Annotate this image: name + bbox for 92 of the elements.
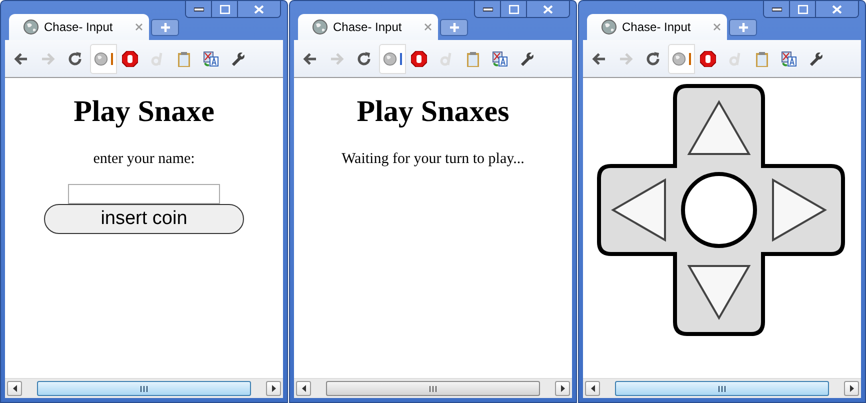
globe-icon	[672, 52, 686, 66]
minimize-button[interactable]	[764, 1, 789, 17]
back-icon[interactable]	[13, 50, 29, 66]
translate-icon[interactable]	[203, 50, 219, 66]
stop-hand-icon[interactable]	[411, 50, 427, 66]
left-arrow[interactable]	[611, 178, 666, 242]
clipboard-icon[interactable]	[465, 50, 481, 66]
tab-title: Chase- Input	[44, 20, 114, 34]
close-icon	[832, 4, 842, 14]
horizontal-scrollbar[interactable]	[583, 378, 861, 398]
reload-icon[interactable]	[645, 50, 661, 66]
scroll-thumb[interactable]	[37, 381, 251, 396]
browser-tab[interactable]: Chase- Input	[587, 14, 727, 40]
minimize-button[interactable]	[475, 1, 500, 17]
left-arrow-icon	[302, 385, 306, 392]
stop-hand-icon[interactable]	[122, 50, 138, 66]
scroll-left-button[interactable]	[296, 381, 311, 396]
close-icon	[254, 4, 264, 14]
maximize-button[interactable]	[211, 1, 237, 17]
close-icon[interactable]	[713, 23, 721, 31]
plus-icon	[450, 23, 458, 32]
scroll-thumb[interactable]	[326, 381, 540, 396]
globe-icon	[94, 52, 108, 66]
clipboard-icon[interactable]	[176, 50, 192, 66]
wrench-icon[interactable]	[230, 50, 246, 66]
page-heading: Play Snaxe	[74, 95, 214, 129]
browser-tab[interactable]: Chase- Input	[298, 14, 438, 40]
grip-icon	[429, 386, 437, 392]
new-tab-button[interactable]	[440, 19, 468, 36]
left-arrow-icon	[12, 385, 16, 392]
address-field[interactable]	[668, 44, 695, 74]
globe-icon	[601, 19, 617, 35]
maximize-icon	[798, 4, 808, 14]
stop-hand-icon[interactable]	[700, 50, 716, 66]
scroll-right-button[interactable]	[266, 381, 281, 396]
grip-icon	[718, 386, 726, 392]
close-icon[interactable]	[135, 23, 143, 31]
plus-icon	[738, 23, 748, 32]
close-button[interactable]	[815, 1, 858, 17]
tab-title: Chase- Input	[333, 20, 403, 34]
horizontal-scrollbar[interactable]	[294, 378, 572, 398]
up-arrow[interactable]	[687, 100, 751, 155]
back-icon[interactable]	[591, 50, 607, 66]
wrench-icon[interactable]	[808, 50, 824, 66]
browser-tab[interactable]: Chase- Input	[9, 14, 149, 40]
right-arrow-icon	[560, 385, 564, 392]
scroll-left-button[interactable]	[7, 381, 22, 396]
close-icon[interactable]	[424, 23, 432, 31]
left-arrow-icon	[590, 385, 594, 392]
name-field[interactable]	[68, 184, 220, 204]
insert-coin-button[interactable]: insert coin	[44, 204, 244, 234]
globe-icon	[23, 19, 39, 35]
status-message: Waiting for your turn to play...	[342, 151, 524, 168]
grip-icon	[140, 386, 148, 392]
back-icon[interactable]	[302, 50, 318, 66]
page-heading: Play Snaxes	[356, 95, 510, 129]
globe-icon	[383, 52, 397, 66]
close-button[interactable]	[526, 1, 569, 17]
wrench-icon[interactable]	[519, 50, 535, 66]
tab-title: Chase- Input	[622, 20, 692, 34]
maximize-button[interactable]	[789, 1, 815, 17]
maximize-icon	[220, 4, 230, 14]
reload-icon[interactable]	[356, 50, 372, 66]
scroll-left-button[interactable]	[585, 381, 600, 396]
address-field[interactable]	[90, 44, 117, 74]
translate-icon[interactable]	[781, 50, 797, 66]
scroll-right-button[interactable]	[555, 381, 570, 396]
horizontal-scrollbar[interactable]	[5, 378, 283, 398]
down-arrow[interactable]	[687, 265, 751, 320]
scroll-right-button[interactable]	[844, 381, 859, 396]
minimize-icon	[482, 6, 492, 12]
center-button[interactable]	[681, 172, 757, 248]
close-icon	[543, 4, 553, 14]
reload-icon[interactable]	[67, 50, 83, 66]
right-arrow-icon	[272, 385, 276, 392]
plus-icon	[160, 23, 170, 32]
scroll-thumb[interactable]	[615, 381, 829, 396]
new-tab-button[interactable]	[151, 19, 179, 36]
maximize-icon	[508, 4, 518, 14]
translate-icon[interactable]	[492, 50, 508, 66]
minimize-icon	[194, 6, 204, 12]
globe-icon	[312, 19, 328, 35]
minimize-button[interactable]	[186, 1, 211, 17]
name-prompt: enter your name:	[93, 151, 195, 168]
new-tab-button[interactable]	[729, 19, 757, 36]
clipboard-icon[interactable]	[754, 50, 770, 66]
maximize-button[interactable]	[500, 1, 526, 17]
address-field[interactable]	[379, 44, 406, 74]
right-arrow-icon	[850, 385, 854, 392]
minimize-icon	[772, 6, 782, 12]
right-arrow[interactable]	[772, 178, 827, 242]
close-button[interactable]	[237, 1, 280, 17]
